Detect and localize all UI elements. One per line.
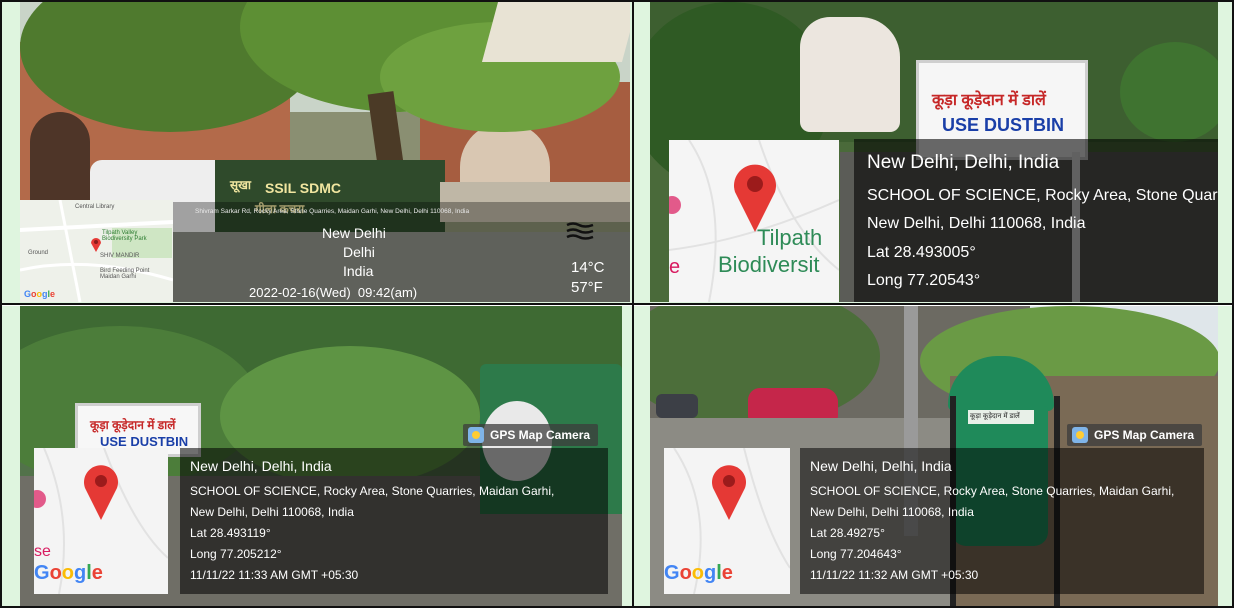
google-logo: Google — [34, 562, 103, 584]
latitude: Lat 28.49275° — [810, 526, 885, 540]
map-label-tilpath: Tilpath — [757, 225, 823, 250]
map-pin-icon — [91, 238, 101, 252]
weather-fog-icon — [566, 222, 594, 240]
gps-map-camera-badge: GPS Map Camera — [463, 424, 599, 446]
car-red — [748, 388, 838, 422]
address-line-2: New Delhi, Delhi 110068, India — [810, 505, 974, 519]
datetime-stamp: 11/11/22 11:33 AM GMT +05:30 — [190, 568, 359, 582]
sign-hindi: कूड़ा कूड़ेदान में डालें — [90, 418, 176, 432]
map-label-2: Tilpath Valley Biodiversity Park — [102, 230, 147, 242]
address-line-1: SCHOOL OF SCIENCE, Rocky Area, Stone Qua… — [867, 187, 1218, 204]
map-pin-icon — [84, 465, 118, 520]
google-logo: Google — [664, 562, 733, 584]
map-thumbnail-2: Tilpath Biodiversit e — [669, 140, 839, 302]
temperature-fahrenheit: 57°F — [571, 279, 603, 296]
sign-hindi: कूड़ा कूड़ेदान में डालें — [932, 92, 1046, 109]
address-line-2: New Delhi, Delhi 110068, India — [190, 505, 354, 519]
map-label-3: SHIV MANDIR — [100, 253, 140, 259]
plastic-bundle — [800, 17, 900, 132]
location-title: New Delhi, Delhi, India — [867, 152, 1060, 173]
address-line-1: SCHOOL OF SCIENCE, Rocky Area, Stone Qua… — [190, 484, 555, 498]
grid-border-left — [0, 0, 2, 608]
awning — [481, 2, 630, 62]
badge-label: GPS Map Camera — [490, 428, 591, 442]
panel-1: SSIL SDMC सूखा गीला कचरा Central Library… — [0, 0, 632, 304]
map-label-e: e — [669, 256, 681, 278]
datetime-stamp: 2022-02-16(Wed) 09:42(am) — [249, 285, 418, 300]
sign-english: USE DUSTBIN — [100, 434, 189, 449]
map-label-1: Central Library — [75, 204, 115, 210]
car-gray — [656, 394, 698, 418]
truck-text-2: सूखा — [230, 178, 252, 192]
google-logo: Google — [24, 289, 56, 299]
address-country: India — [343, 263, 374, 279]
map-thumbnail-4: Google — [664, 448, 790, 594]
latitude: Lat 28.493119° — [190, 526, 271, 540]
longitude: Long 77.204643° — [810, 547, 902, 561]
map-thumbnail-3: se Google — [34, 448, 168, 594]
address-state: Delhi — [343, 244, 375, 260]
map-address-strip: Shivram Sarkar Rd, Rocky Area, Stone Qua… — [195, 208, 470, 215]
truck-text-1: SSIL SDMC — [265, 180, 341, 196]
location-title: New Delhi, Delhi, India — [810, 458, 952, 474]
sign-english: USE DUSTBIN — [942, 115, 1065, 135]
address-line-2: New Delhi, Delhi 110068, India — [867, 215, 1086, 232]
temperature-celsius: 14°C — [571, 259, 605, 276]
longitude: Long 77.205212° — [190, 547, 282, 561]
map-pin-icon — [712, 465, 746, 520]
address-line-1: SCHOOL OF SCIENCE, Rocky Area, Stone Qua… — [810, 484, 1175, 498]
grid-border-middle-v — [632, 0, 634, 608]
grid-border-middle-h — [0, 303, 1234, 305]
datetime-stamp: 11/11/22 11:32 AM GMT +05:30 — [810, 568, 979, 582]
address-city: New Delhi — [322, 225, 386, 241]
map-pin-icon — [734, 164, 776, 232]
panel-3: कूड़ा कूड़ेदान में डालें USE DUSTBIN GPS… — [0, 306, 632, 608]
map-label-5: Ground — [28, 250, 49, 256]
panel-2: कूड़ा कूड़ेदान में डालें USE DUSTBIN Til… — [634, 0, 1234, 304]
map-label-4: Bird Feeding Point Maidan Garhi — [100, 268, 150, 280]
longitude: Long 77.20543° — [867, 272, 981, 289]
camera-app-icon — [468, 427, 484, 443]
gps-map-camera-badge: GPS Map Camera — [1067, 424, 1203, 446]
map-label-se: se — [34, 543, 51, 560]
latitude: Lat 28.493005° — [867, 244, 976, 261]
badge-label: GPS Map Camera — [1094, 428, 1195, 442]
panel-4: कूड़ा कूड़ेदान में डालें GPS Map Camera … — [634, 306, 1234, 608]
map-thumbnail-1: Central Library Tilpath Valley Biodivers… — [20, 200, 173, 302]
camera-app-icon — [1072, 427, 1088, 443]
map-label-biodiversity: Biodiversit — [718, 252, 820, 277]
grid-border-top — [0, 0, 1234, 2]
location-title: New Delhi, Delhi, India — [190, 458, 332, 474]
dustbin-label: कूड़ा कूड़ेदान में डालें — [970, 413, 1020, 420]
